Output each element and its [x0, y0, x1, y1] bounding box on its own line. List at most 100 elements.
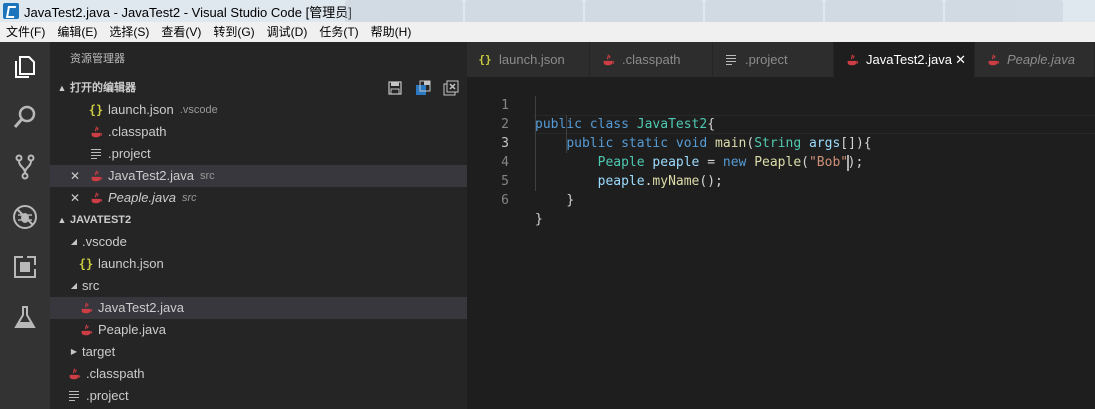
code-token: }: [535, 212, 543, 227]
java-icon: [844, 52, 860, 68]
tab-project[interactable]: .project: [713, 42, 834, 77]
open-editor-label: .classpath: [108, 124, 167, 139]
chevron-down-icon: ◢: [70, 281, 78, 290]
explorer-button[interactable]: [0, 42, 50, 92]
code-line: 1 public class JavaTest2{: [467, 77, 1095, 132]
close-icon[interactable]: ✕: [70, 187, 80, 209]
tab-javatest2-active[interactable]: JavaTest2.java ✕: [834, 42, 975, 77]
tree-folder-src[interactable]: ◢ src: [50, 275, 467, 297]
explorer-icon: [15, 56, 35, 78]
open-editor-label: Peaple.java: [108, 190, 176, 205]
line-number: 6: [501, 193, 509, 208]
java-icon: [88, 190, 104, 206]
tab-label: launch.json: [499, 52, 565, 67]
debug-icon: [13, 205, 37, 229]
lines-icon: [723, 52, 739, 68]
source-control-icon: [15, 154, 35, 180]
tab-label: Peaple.java: [1007, 52, 1075, 67]
menu-tasks[interactable]: 任务(T): [313, 22, 364, 42]
chevron-down-icon: ◢: [70, 237, 78, 246]
blurred-tab: [345, 0, 463, 22]
close-all-icon[interactable]: [443, 80, 459, 96]
open-editors-header[interactable]: ▲ 打开的编辑器: [50, 77, 467, 99]
tab-close-icon[interactable]: ✕: [955, 52, 966, 68]
java-icon: [600, 52, 616, 68]
tree-item-label: .classpath: [86, 366, 145, 381]
code-line: 2 public static void main(String args[])…: [467, 96, 1095, 151]
menu-file[interactable]: 文件(F): [0, 22, 51, 42]
menu-goto[interactable]: 转到(G): [207, 22, 260, 42]
save-all-icon[interactable]: [387, 80, 403, 96]
tree-file-launch-json[interactable]: {} launch.json: [50, 253, 467, 275]
vscode-logo-icon: [3, 3, 19, 19]
collapse-all-icon[interactable]: [415, 80, 431, 96]
open-editor-label: JavaTest2.java: [108, 168, 194, 183]
open-editor-item[interactable]: {} launch.json .vscode: [50, 99, 467, 121]
tree-folder-vscode[interactable]: ◢ .vscode: [50, 231, 467, 253]
open-editor-label: launch.json: [108, 102, 174, 117]
test-flask-icon: [14, 306, 36, 328]
lines-icon: [66, 388, 82, 404]
debug-button[interactable]: [0, 192, 50, 242]
tab-peaple[interactable]: Peaple.java: [975, 42, 1095, 77]
tree-file-javatest2[interactable]: JavaTest2.java: [50, 297, 467, 319]
search-button[interactable]: [0, 92, 50, 142]
explorer-sidebar: 资源管理器 ▲ 打开的编辑器 {} launch.json .vscode .c…: [50, 42, 467, 409]
tab-launch-json[interactable]: {} launch.json: [467, 42, 590, 77]
tab-classpath[interactable]: .classpath: [590, 42, 713, 77]
window-title: JavaTest2.java - JavaTest2 - Visual Stud…: [24, 4, 352, 20]
blurred-tab: [585, 0, 703, 22]
open-editors-title: 打开的编辑器: [70, 82, 136, 94]
json-braces-icon: {}: [478, 53, 492, 66]
tree-file-classpath[interactable]: .classpath: [50, 363, 467, 385]
open-editors-actions: [375, 80, 459, 96]
background-browser-tabs: [345, 0, 1065, 22]
blurred-tab: [705, 0, 823, 22]
menu-bar: 文件(F) 编辑(E) 选择(S) 查看(V) 转到(G) 调试(D) 任务(T…: [0, 22, 1095, 42]
chevron-down-icon: ▲: [57, 215, 67, 225]
json-braces-icon: {}: [88, 103, 104, 117]
open-editor-label: .project: [108, 146, 151, 161]
open-editor-item[interactable]: .classpath: [50, 121, 467, 143]
menu-debug[interactable]: 调试(D): [261, 22, 314, 42]
code-text: }: [535, 191, 574, 210]
editor-tabs: {} launch.json .classpath .project JavaT…: [467, 42, 1095, 77]
code-editor[interactable]: 1 public class JavaTest2{ 2 public stati…: [467, 77, 1095, 409]
extensions-button[interactable]: [0, 242, 50, 292]
menu-view[interactable]: 查看(V): [155, 22, 207, 42]
code-token: }: [566, 193, 575, 208]
search-icon: [13, 105, 36, 128]
java-icon: [985, 52, 1001, 68]
tree-item-label: src: [82, 278, 100, 293]
sidebar-title: 资源管理器: [70, 53, 125, 65]
lines-icon: [88, 146, 104, 162]
menu-edit[interactable]: 编辑(E): [51, 22, 103, 42]
open-editor-item[interactable]: ✕ Peaple.java src: [50, 187, 467, 209]
tree-file-peaple[interactable]: Peaple.java: [50, 319, 467, 341]
test-button[interactable]: [0, 292, 50, 342]
open-editor-desc: src: [181, 192, 197, 204]
menu-selection[interactable]: 选择(S): [103, 22, 155, 42]
open-editor-item-active[interactable]: ✕ JavaTest2.java src: [50, 165, 467, 187]
json-braces-icon: {}: [78, 257, 94, 271]
tree-folder-target[interactable]: ▶ target: [50, 341, 467, 363]
tree-item-label: target: [82, 344, 116, 359]
project-header[interactable]: ▲ JAVATEST2: [50, 209, 467, 231]
tree-item-label: Peaple.java: [98, 322, 166, 337]
blurred-tab: [945, 0, 1063, 22]
open-editor-desc: src: [200, 170, 215, 182]
blurred-tab: [825, 0, 943, 22]
tab-label: .project: [745, 52, 788, 67]
code-line: 4 peaple.myName();: [467, 134, 1095, 189]
code-line: 5 }: [467, 153, 1095, 208]
tree-file-project[interactable]: .project: [50, 385, 467, 407]
tab-label: JavaTest2.java: [866, 52, 952, 67]
open-editor-item[interactable]: .project: [50, 143, 467, 165]
source-control-button[interactable]: [0, 142, 50, 192]
tree-item-label: launch.json: [98, 256, 164, 271]
chevron-right-icon: ▶: [70, 347, 78, 356]
chevron-down-icon: ▲: [57, 83, 67, 93]
menu-help[interactable]: 帮助(H): [365, 22, 418, 42]
close-icon[interactable]: ✕: [70, 165, 80, 187]
activity-bar: [0, 42, 50, 409]
